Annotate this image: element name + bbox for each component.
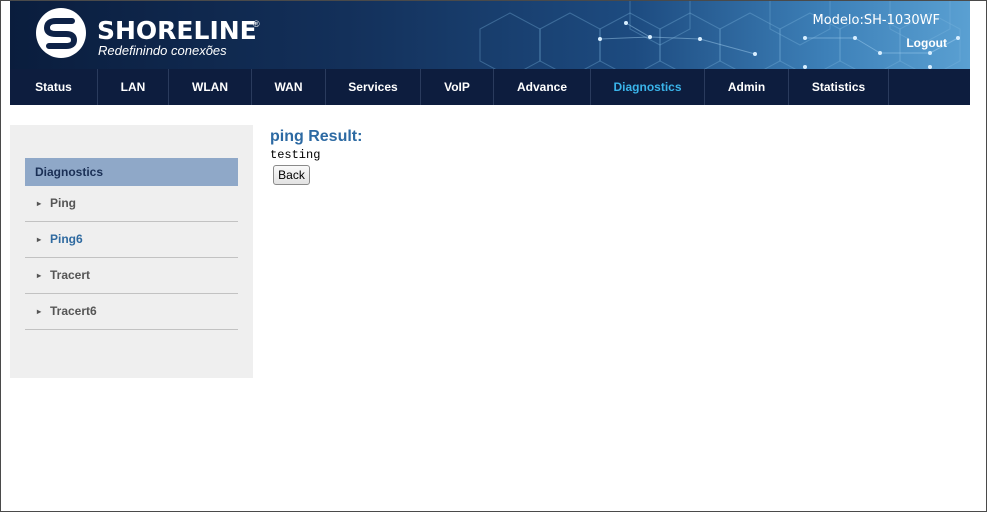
header-banner: SHORELINE ® Redefinindo conexões Modelo:… — [10, 1, 970, 69]
nav-statistics[interactable]: Statistics — [789, 69, 889, 105]
brand-slogan: Redefinindo conexões — [98, 43, 227, 58]
nav-wan[interactable]: WAN — [252, 69, 326, 105]
nav-wlan[interactable]: WLAN — [169, 69, 252, 105]
nav-services[interactable]: Services — [326, 69, 421, 105]
bullet-icon: ▸ — [37, 271, 42, 280]
sidebar: Diagnostics ▸ Ping ▸ Ping6 ▸ Tracert ▸ T… — [10, 125, 253, 378]
bullet-icon: ▸ — [37, 235, 42, 244]
nav-voip[interactable]: VoIP — [421, 69, 494, 105]
nav-status[interactable]: Status — [10, 69, 98, 105]
bullet-icon: ▸ — [37, 307, 42, 316]
sidebar-item-tracert[interactable]: ▸ Tracert — [25, 258, 238, 294]
ping-output: testing — [270, 148, 321, 162]
sidebar-item-label: Ping — [50, 196, 76, 210]
bullet-icon: ▸ — [37, 199, 42, 208]
nav-admin[interactable]: Admin — [705, 69, 789, 105]
sidebar-item-label: Tracert6 — [50, 304, 97, 318]
sidebar-title: Diagnostics — [25, 158, 238, 186]
sidebar-item-tracert6[interactable]: ▸ Tracert6 — [25, 294, 238, 330]
sidebar-item-ping[interactable]: ▸ Ping — [25, 186, 238, 222]
sidebar-item-ping6[interactable]: ▸ Ping6 — [25, 222, 238, 258]
nav-advance[interactable]: Advance — [494, 69, 591, 105]
sidebar-item-label: Tracert — [50, 268, 91, 282]
page-title: ping Result: — [270, 128, 363, 145]
logout-link[interactable]: Logout — [906, 36, 947, 50]
router-admin-window: SHORELINE ® Redefinindo conexões Modelo:… — [0, 0, 987, 512]
device-model: Modelo:SH-1030WF — [812, 13, 941, 28]
brand-name: SHORELINE — [97, 16, 257, 45]
main-nav: Status LAN WLAN WAN Services VoIP Advanc… — [10, 69, 970, 105]
nav-diagnostics[interactable]: Diagnostics — [591, 69, 705, 105]
nav-lan[interactable]: LAN — [98, 69, 169, 105]
sidebar-title-label: Diagnostics — [35, 165, 104, 179]
sidebar-item-label: Ping6 — [50, 232, 83, 246]
back-button[interactable]: Back — [273, 165, 310, 185]
shoreline-s-logo-icon — [36, 8, 86, 58]
registered-mark: ® — [253, 19, 260, 29]
